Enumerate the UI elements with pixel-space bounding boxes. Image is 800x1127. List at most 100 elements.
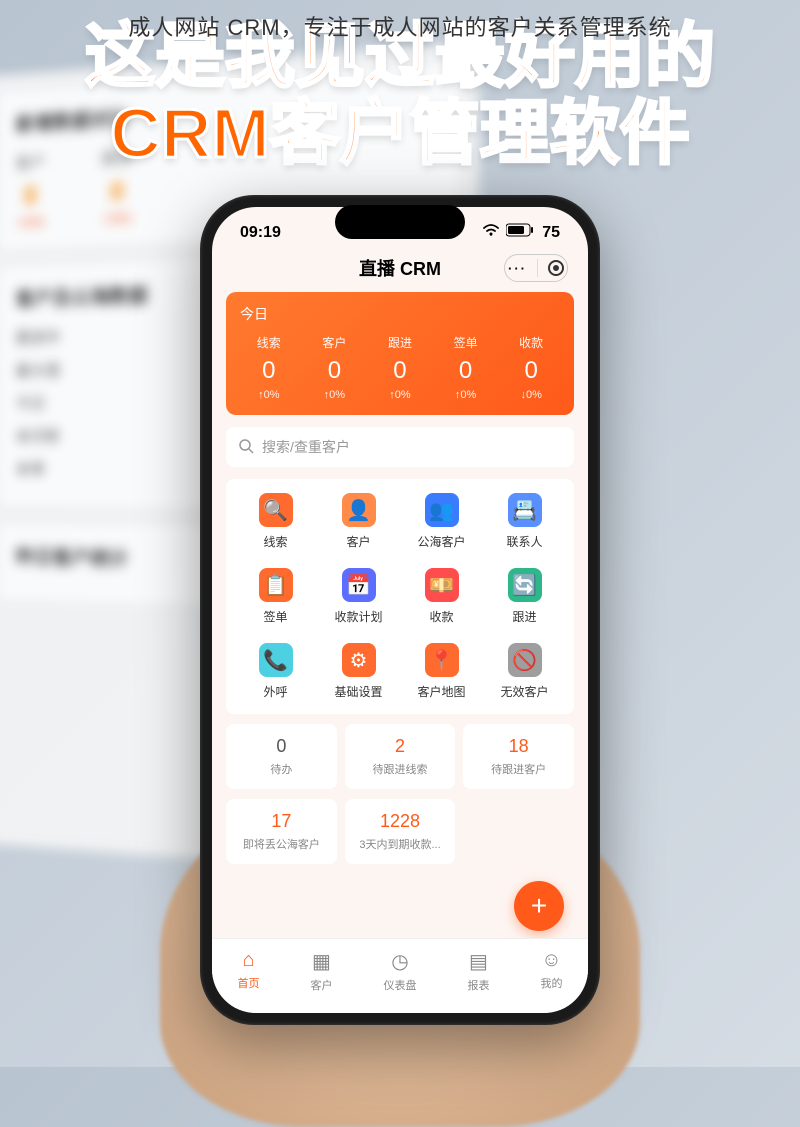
stat-col[interactable]: 跟进 0 ↑0%	[388, 334, 412, 401]
task-number: 2	[351, 736, 450, 757]
stat-change: ↓0%	[519, 389, 543, 401]
module-跟进[interactable]: 🔄 跟进	[483, 568, 566, 625]
module-label: 收款计划	[317, 608, 400, 625]
module-公海客户[interactable]: 👥 公海客户	[400, 493, 483, 550]
battery-percent: 75	[542, 224, 560, 242]
stat-col[interactable]: 线索 0 ↑0%	[257, 334, 281, 401]
nav-label: 我的	[541, 978, 563, 990]
module-icon: 👤	[342, 493, 376, 527]
module-客户地图[interactable]: 📍 客户地图	[400, 643, 483, 700]
nav-客户[interactable]: ▦ 客户	[311, 949, 333, 993]
stat-value: 0	[322, 357, 346, 385]
nav-icon: ⌂	[238, 949, 260, 972]
stat-label: 收款	[519, 334, 543, 351]
module-线索[interactable]: 🔍 线索	[234, 493, 317, 550]
module-label: 签单	[234, 608, 317, 625]
task-label: 待办	[232, 761, 331, 777]
module-收款[interactable]: 💴 收款	[400, 568, 483, 625]
phone-frame: 09:19 75 直播 CRM ···	[200, 195, 600, 1025]
stat-col[interactable]: 签单 0 ↑0%	[454, 334, 478, 401]
stat-value: 0	[519, 357, 543, 385]
task-number: 1228	[351, 811, 450, 832]
module-icon: 🔄	[508, 568, 542, 602]
stat-label: 客户	[322, 334, 346, 351]
module-label: 无效客户	[483, 683, 566, 700]
today-label: 今日	[236, 304, 564, 324]
module-label: 联系人	[483, 533, 566, 550]
module-icon: 👥	[425, 493, 459, 527]
module-label: 跟进	[483, 608, 566, 625]
headline-line2: CRM客户管理软件	[0, 95, 800, 172]
module-无效客户[interactable]: 🚫 无效客户	[483, 643, 566, 700]
nav-icon: ☺	[541, 949, 563, 972]
module-icon: 📋	[259, 568, 293, 602]
nav-label: 仪表盘	[384, 980, 417, 992]
task-number: 18	[469, 736, 568, 757]
module-label: 收款	[400, 608, 483, 625]
task-card[interactable]: 0 待办	[226, 724, 337, 789]
bottom-nav: ⌂ 首页 ▦ 客户 ◷ 仪表盘 ▤ 报表 ☺ 我的	[212, 938, 588, 1013]
module-联系人[interactable]: 📇 联系人	[483, 493, 566, 550]
stat-label: 线索	[257, 334, 281, 351]
module-签单[interactable]: 📋 签单	[234, 568, 317, 625]
module-label: 基础设置	[317, 683, 400, 700]
app-header: 直播 CRM ···	[212, 246, 588, 292]
stat-label: 签单	[454, 334, 478, 351]
stat-change: ↑0%	[257, 389, 281, 401]
stat-label: 跟进	[388, 334, 412, 351]
task-label: 即将丢公海客户	[232, 836, 331, 852]
task-label: 3天内到期收款...	[351, 836, 450, 852]
top-caption: 成人网站 CRM，专注于成人网站的客户关系管理系统	[0, 10, 800, 42]
task-row-1: 0 待办2 待跟进线索18 待跟进客户	[226, 724, 574, 789]
battery-icon	[506, 223, 536, 242]
task-number: 17	[232, 811, 331, 832]
nav-仪表盘[interactable]: ◷ 仪表盘	[384, 949, 417, 993]
module-基础设置[interactable]: ⚙ 基础设置	[317, 643, 400, 700]
task-label: 待跟进线索	[351, 761, 450, 777]
module-icon: ⚙	[342, 643, 376, 677]
module-icon: 📍	[425, 643, 459, 677]
nav-icon: ▦	[311, 949, 333, 974]
search-input[interactable]: 搜索/查重客户	[226, 427, 574, 467]
nav-icon: ▤	[468, 949, 490, 974]
task-card[interactable]: 2 待跟进线索	[345, 724, 456, 789]
module-label: 公海客户	[400, 533, 483, 550]
nav-icon: ◷	[384, 949, 417, 974]
module-icon: 🚫	[508, 643, 542, 677]
module-grid: 🔍 线索👤 客户👥 公海客户📇 联系人📋 签单📅 收款计划💴 收款🔄 跟进📞 外…	[226, 479, 574, 714]
search-placeholder: 搜索/查重客户	[262, 437, 350, 457]
stat-value: 0	[454, 357, 478, 385]
stat-change: ↑0%	[322, 389, 346, 401]
module-icon: 📅	[342, 568, 376, 602]
task-number: 0	[232, 736, 331, 757]
add-button[interactable]: +	[514, 881, 564, 931]
module-label: 客户	[317, 533, 400, 550]
module-icon: 📇	[508, 493, 542, 527]
nav-首页[interactable]: ⌂ 首页	[238, 949, 260, 993]
status-time: 09:19	[240, 224, 281, 242]
nav-label: 报表	[468, 980, 490, 992]
task-row-2: 17 即将丢公海客户1228 3天内到期收款...	[226, 799, 574, 864]
wifi-icon	[482, 223, 500, 242]
module-外呼[interactable]: 📞 外呼	[234, 643, 317, 700]
miniprogram-menu-button[interactable]: ···	[504, 254, 568, 282]
module-icon: 🔍	[259, 493, 293, 527]
phone-notch	[335, 205, 465, 239]
task-card[interactable]: 1228 3天内到期收款...	[345, 799, 456, 864]
module-label: 客户地图	[400, 683, 483, 700]
search-icon	[238, 438, 254, 457]
nav-我的[interactable]: ☺ 我的	[541, 949, 563, 993]
phone-screen: 09:19 75 直播 CRM ···	[212, 207, 588, 1013]
module-label: 外呼	[234, 683, 317, 700]
stat-value: 0	[388, 357, 412, 385]
stat-col[interactable]: 收款 0 ↓0%	[519, 334, 543, 401]
app-title: 直播 CRM	[296, 255, 504, 281]
stat-col[interactable]: 客户 0 ↑0%	[322, 334, 346, 401]
task-card[interactable]: 17 即将丢公海客户	[226, 799, 337, 864]
module-icon: 💴	[425, 568, 459, 602]
nav-报表[interactable]: ▤ 报表	[468, 949, 490, 993]
module-客户[interactable]: 👤 客户	[317, 493, 400, 550]
module-label: 线索	[234, 533, 317, 550]
module-收款计划[interactable]: 📅 收款计划	[317, 568, 400, 625]
task-card[interactable]: 18 待跟进客户	[463, 724, 574, 789]
